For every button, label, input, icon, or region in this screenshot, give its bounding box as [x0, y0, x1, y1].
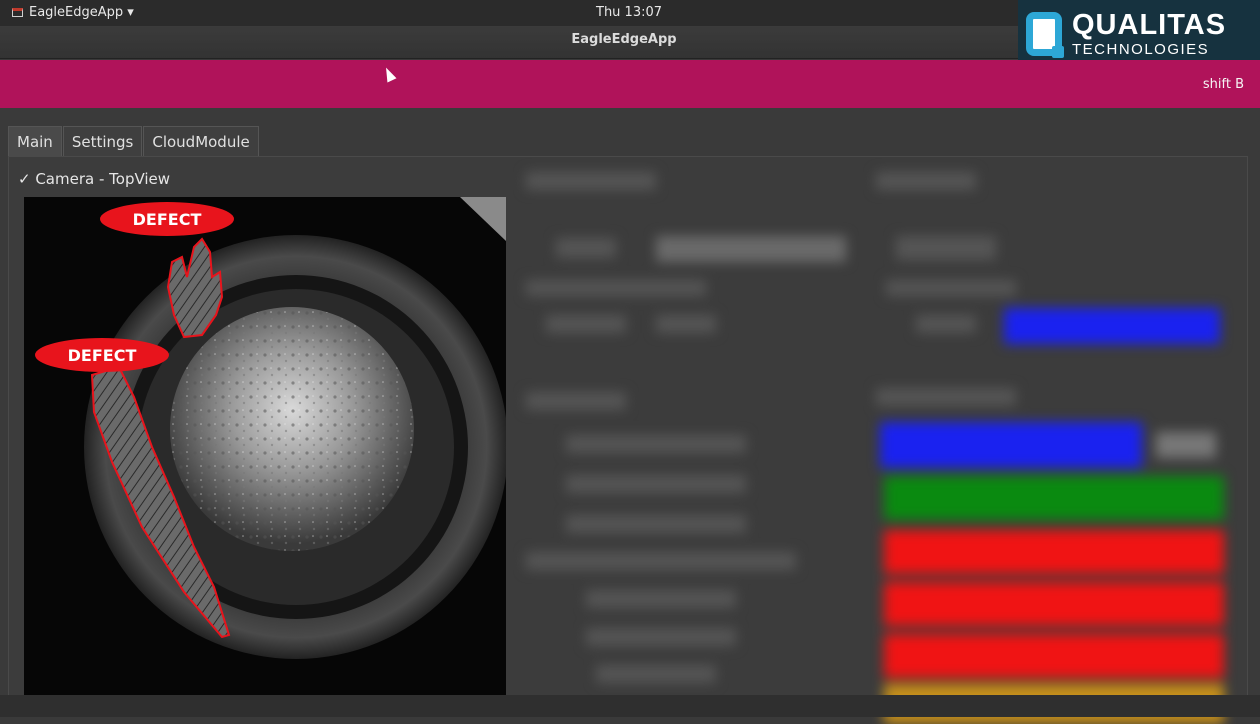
blurred-results-panel — [516, 160, 1236, 724]
blurred-red-row-1 — [884, 530, 1224, 574]
app-menu-label: EagleEdgeApp ▾ — [29, 5, 134, 20]
logo-text: QUALITAS TECHNOLOGIES — [1072, 9, 1227, 58]
tab-cloudmodule[interactable]: CloudModule — [143, 126, 259, 157]
camera-view: DEFECT DEFECT — [24, 197, 506, 717]
camera-group-label[interactable]: ✓ Camera - TopView — [18, 170, 170, 188]
defect-badge-top: DEFECT — [100, 202, 234, 236]
blurred-red-row-2 — [884, 582, 1224, 626]
defect-label-left: DEFECT — [68, 346, 137, 365]
app-menu[interactable]: EagleEdgeApp ▾ — [12, 5, 134, 20]
brand-logo: QUALITAS TECHNOLOGIES — [1018, 0, 1260, 68]
core-texture — [170, 307, 414, 551]
main-tabs: Main Settings CloudModule — [8, 126, 260, 157]
status-banner: shift B — [0, 60, 1260, 108]
corner-glare — [460, 197, 506, 241]
shift-label: shift B — [1202, 77, 1244, 92]
logo-subtitle: TECHNOLOGIES — [1072, 41, 1210, 58]
defect-label-top: DEFECT — [133, 210, 202, 229]
blurred-red-row-3 — [884, 634, 1224, 678]
logo-mark-icon — [1026, 12, 1064, 58]
blurred-blue-field — [1004, 308, 1220, 344]
system-clock[interactable]: Thu 13:07 — [596, 5, 662, 20]
logo-name: QUALITAS — [1072, 9, 1227, 41]
blurred-green-row — [884, 476, 1224, 520]
window-icon — [12, 8, 23, 17]
tab-settings[interactable]: Settings — [62, 126, 143, 157]
tab-main[interactable]: Main — [8, 126, 62, 157]
camera-image: DEFECT DEFECT — [35, 197, 506, 659]
defect-badge-left: DEFECT — [35, 338, 169, 372]
blurred-blue-row — [880, 422, 1142, 468]
bottom-strip — [0, 695, 1260, 717]
